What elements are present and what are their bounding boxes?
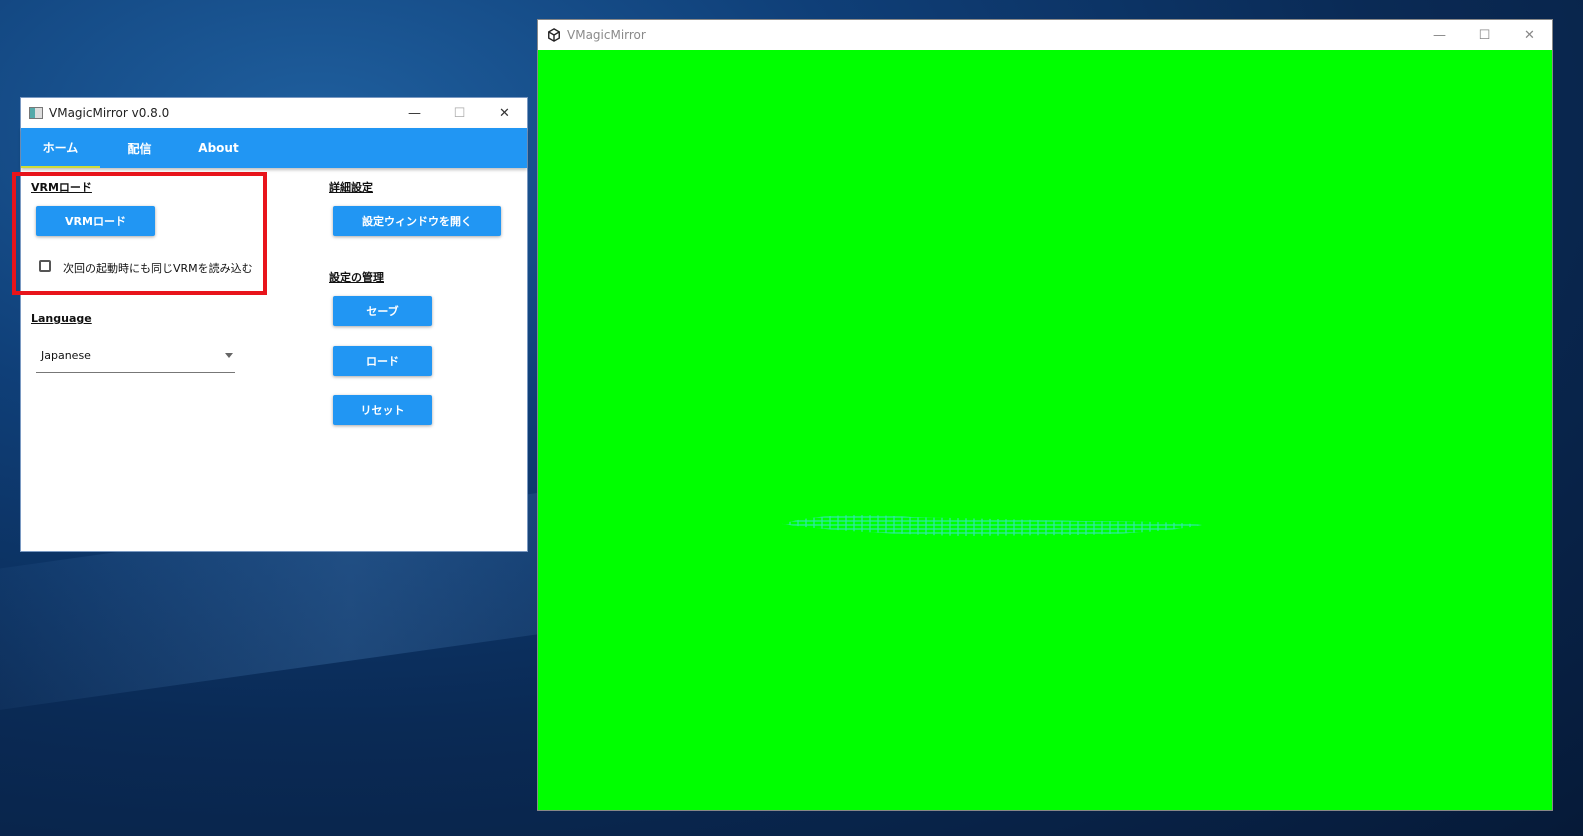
save-button[interactable]: セーブ	[333, 296, 432, 326]
control-panel-titlebar[interactable]: VMagicMirror v0.8.0 — ☐ ✕	[21, 98, 527, 128]
minimize-button[interactable]: —	[392, 98, 437, 128]
control-panel-window: VMagicMirror v0.8.0 — ☐ ✕ ホーム 配信 About V…	[12, 97, 528, 552]
close-button[interactable]: ✕	[482, 98, 527, 128]
language-heading: Language	[31, 312, 92, 325]
app-icon	[29, 107, 43, 119]
chevron-down-icon	[225, 353, 233, 358]
unity-icon	[548, 28, 560, 42]
vrm-load-button[interactable]: VRMロード	[36, 206, 155, 236]
minimize-button[interactable]: —	[1417, 20, 1462, 50]
render-window: VMagicMirror — ☐ ✕	[537, 19, 1553, 811]
render-window-titlebar[interactable]: VMagicMirror — ☐ ✕	[538, 20, 1552, 50]
green-screen-viewport[interactable]	[538, 50, 1552, 810]
tab-streaming[interactable]: 配信	[100, 128, 179, 168]
window-controls: — ☐ ✕	[392, 98, 527, 128]
advanced-settings-heading: 詳細設定	[329, 181, 373, 194]
settings-management-heading: 設定の管理	[329, 271, 384, 284]
grid-floor	[782, 515, 1202, 536]
render-window-title: VMagicMirror	[567, 28, 646, 42]
language-select-value: Japanese	[41, 349, 91, 362]
maximize-button[interactable]: ☐	[437, 98, 482, 128]
reset-button[interactable]: リセット	[333, 395, 432, 425]
open-settings-window-button[interactable]: 設定ウィンドウを開く	[333, 206, 501, 236]
load-settings-button[interactable]: ロード	[333, 346, 432, 376]
maximize-button[interactable]: ☐	[1462, 20, 1507, 50]
autoload-checkbox[interactable]	[39, 260, 51, 272]
tab-home[interactable]: ホーム	[21, 128, 100, 168]
language-select[interactable]: Japanese	[36, 343, 235, 373]
autoload-checkbox-label[interactable]: 次回の起動時にも同じVRMを読み込む	[63, 260, 253, 276]
tab-bar: ホーム 配信 About	[21, 128, 527, 168]
home-tab-content: VRMロード VRMロード 次回の起動時にも同じVRMを読み込む Languag…	[12, 168, 527, 552]
close-button[interactable]: ✕	[1507, 20, 1552, 50]
window-controls: — ☐ ✕	[1417, 20, 1552, 50]
window-title: VMagicMirror v0.8.0	[49, 106, 170, 120]
tab-about[interactable]: About	[179, 128, 258, 168]
vrm-load-heading: VRMロード	[31, 181, 92, 194]
